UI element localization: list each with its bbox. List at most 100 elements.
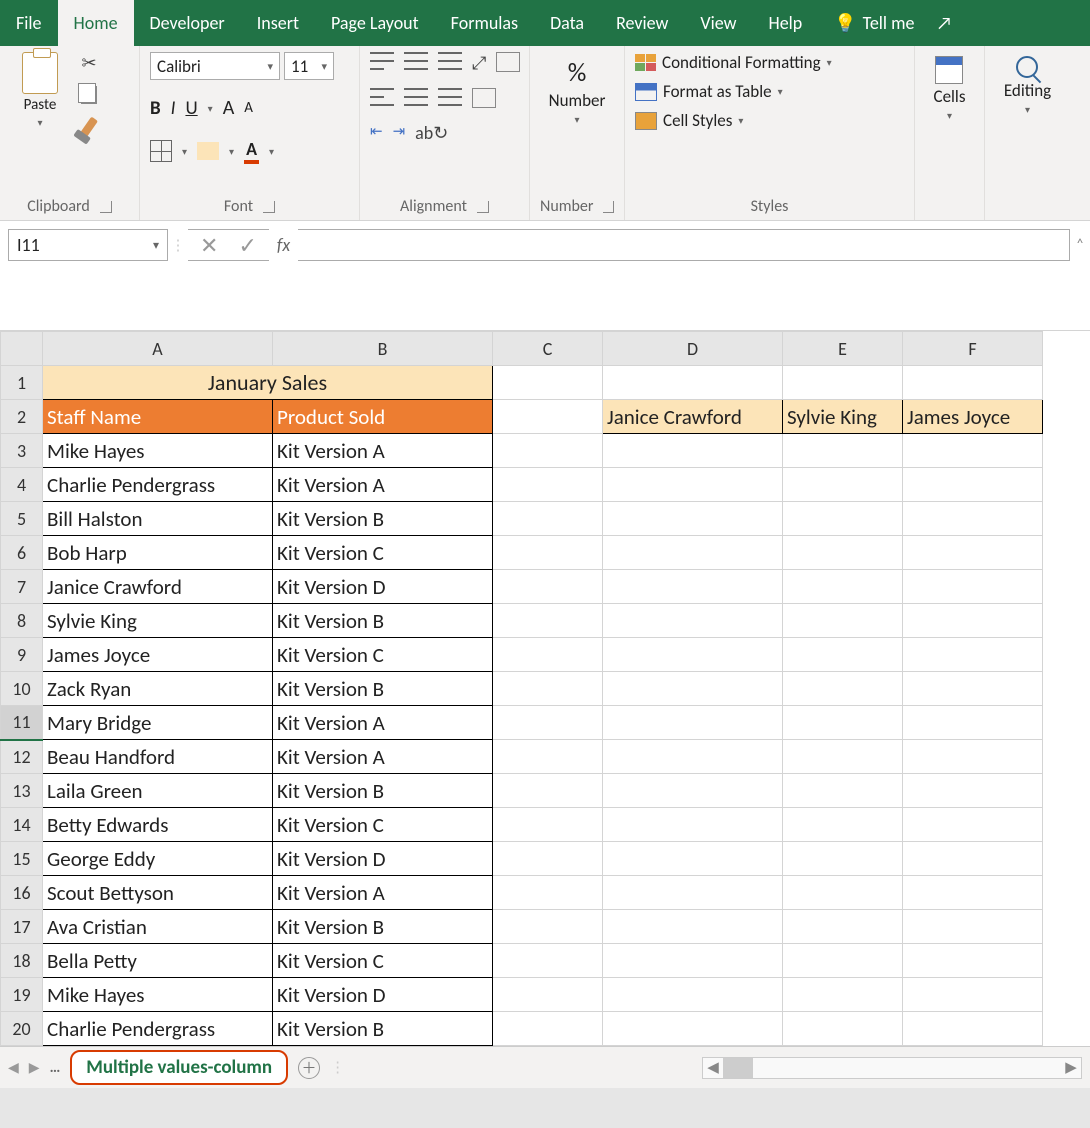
row-header-15[interactable]: 15 (1, 842, 43, 876)
cell-grid[interactable]: A B C D E F 1 January Sales 2 Staff Name… (0, 331, 1043, 1046)
cell-B8[interactable]: Kit Version B (273, 604, 493, 638)
cell-F12[interactable] (903, 740, 1043, 774)
cell-D11[interactable] (603, 706, 783, 740)
cell-A9[interactable]: James Joyce (43, 638, 273, 672)
cell-C6[interactable] (493, 536, 603, 570)
cell-C10[interactable] (493, 672, 603, 706)
cut-icon[interactable] (78, 52, 100, 74)
cell-F20[interactable] (903, 1012, 1043, 1046)
cell-B17[interactable]: Kit Version B (273, 910, 493, 944)
name-box[interactable]: I11▾ (8, 229, 168, 261)
cell-D13[interactable] (603, 774, 783, 808)
cell-A4[interactable]: Charlie Pendergrass (43, 468, 273, 502)
cell-D14[interactable] (603, 808, 783, 842)
cell-A11[interactable]: Mary Bridge (43, 706, 273, 740)
cell-B9[interactable]: Kit Version C (273, 638, 493, 672)
cell-A6[interactable]: Bob Harp (43, 536, 273, 570)
cell-F6[interactable] (903, 536, 1043, 570)
tab-insert[interactable]: Insert (241, 0, 315, 46)
col-header-E[interactable]: E (783, 332, 903, 366)
paste-button[interactable]: Paste ▾ (10, 52, 70, 129)
cell-E18[interactable] (783, 944, 903, 978)
cell-D16[interactable] (603, 876, 783, 910)
cell-E19[interactable] (783, 978, 903, 1012)
cell-E13[interactable] (783, 774, 903, 808)
tab-data[interactable]: Data (534, 0, 600, 46)
cell-E10[interactable] (783, 672, 903, 706)
add-sheet-button[interactable]: ＋ (298, 1057, 320, 1079)
cell-A19[interactable]: Mike Hayes (43, 978, 273, 1012)
cell-A12[interactable]: Beau Handford (43, 740, 273, 774)
font-name-combo[interactable]: Calibri▾ (150, 52, 280, 80)
cell-C11[interactable] (493, 706, 603, 740)
editing-button[interactable]: Editing▾ (998, 52, 1057, 120)
cell-E12[interactable] (783, 740, 903, 774)
cell-D12[interactable] (603, 740, 783, 774)
orientation-button[interactable]: ⤢ (472, 52, 486, 74)
cell-F5[interactable] (903, 502, 1043, 536)
row-header-5[interactable]: 5 (1, 502, 43, 536)
cell-D15[interactable] (603, 842, 783, 876)
cell-B11[interactable]: Kit Version A (273, 706, 493, 740)
align-bottom-button[interactable] (438, 52, 462, 70)
formula-input[interactable] (298, 229, 1070, 261)
cell-D5[interactable] (603, 502, 783, 536)
col-header-A[interactable]: A (43, 332, 273, 366)
cell-E2[interactable]: Sylvie King (783, 400, 903, 434)
cell-A16[interactable]: Scout Bettyson (43, 876, 273, 910)
cell-B6[interactable]: Kit Version C (273, 536, 493, 570)
cell-C8[interactable] (493, 604, 603, 638)
cell-A17[interactable]: Ava Cristian (43, 910, 273, 944)
cell-C18[interactable] (493, 944, 603, 978)
sheet-nav-next[interactable]: ▶ (29, 1059, 40, 1076)
cell-D7[interactable] (603, 570, 783, 604)
cell-E9[interactable] (783, 638, 903, 672)
cell-F10[interactable] (903, 672, 1043, 706)
cell-D9[interactable] (603, 638, 783, 672)
row-header-4[interactable]: 4 (1, 468, 43, 502)
row-header-12[interactable]: 12 (1, 740, 43, 774)
cell-F7[interactable] (903, 570, 1043, 604)
tab-file[interactable]: File (0, 0, 58, 46)
row-header-18[interactable]: 18 (1, 944, 43, 978)
cell-B15[interactable]: Kit Version D (273, 842, 493, 876)
cell-F18[interactable] (903, 944, 1043, 978)
cell-A14[interactable]: Betty Edwards (43, 808, 273, 842)
cell-D3[interactable] (603, 434, 783, 468)
cell-F19[interactable] (903, 978, 1043, 1012)
cell-C9[interactable] (493, 638, 603, 672)
clipboard-dialog-launcher[interactable] (100, 201, 112, 213)
cell-F17[interactable] (903, 910, 1043, 944)
cell-D17[interactable] (603, 910, 783, 944)
cell-D19[interactable] (603, 978, 783, 1012)
cell-styles-button[interactable]: Cell Styles ▾ (635, 110, 832, 131)
cell-B19[interactable]: Kit Version D (273, 978, 493, 1012)
cell-B7[interactable]: Kit Version D (273, 570, 493, 604)
tab-formulas[interactable]: Formulas (435, 0, 534, 46)
cell-C20[interactable] (493, 1012, 603, 1046)
cell-C19[interactable] (493, 978, 603, 1012)
row-header-10[interactable]: 10 (1, 672, 43, 706)
col-header-F[interactable]: F (903, 332, 1043, 366)
row-header-11[interactable]: 11 (1, 706, 43, 740)
align-center-button[interactable] (404, 88, 428, 106)
cell-A1[interactable]: January Sales (43, 366, 493, 400)
tab-developer[interactable]: Developer (134, 0, 241, 46)
cell-C16[interactable] (493, 876, 603, 910)
tab-share[interactable]: ↗ (930, 0, 958, 46)
cell-E5[interactable] (783, 502, 903, 536)
row-header-7[interactable]: 7 (1, 570, 43, 604)
cell-A7[interactable]: Janice Crawford (43, 570, 273, 604)
select-all-corner[interactable] (1, 332, 43, 366)
cell-B16[interactable]: Kit Version A (273, 876, 493, 910)
cells-button[interactable]: Cells▾ (928, 52, 972, 126)
sheet-nav-more[interactable]: … (50, 1059, 61, 1077)
conditional-formatting-button[interactable]: Conditional Formatting ▾ (635, 52, 832, 73)
tab-view[interactable]: View (684, 0, 752, 46)
borders-button[interactable] (150, 140, 172, 162)
row-header-6[interactable]: 6 (1, 536, 43, 570)
tab-tell-me[interactable]: 💡Tell me (818, 0, 930, 46)
cell-B3[interactable]: Kit Version A (273, 434, 493, 468)
row-header-3[interactable]: 3 (1, 434, 43, 468)
grow-font-button[interactable]: A (223, 96, 235, 120)
